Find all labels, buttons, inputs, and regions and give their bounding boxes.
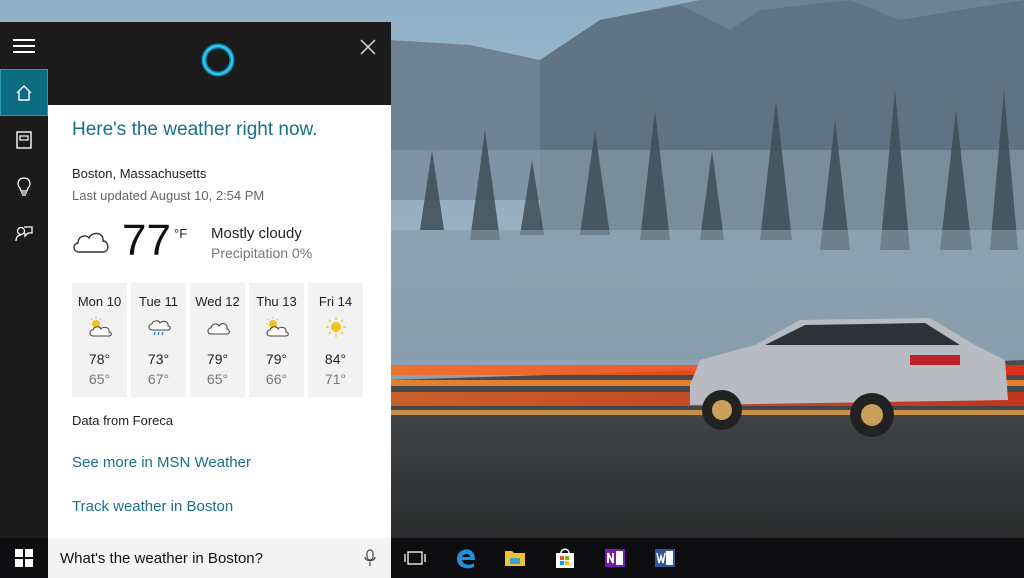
forecast-day[interactable]: Fri 14 84° 71° bbox=[308, 283, 363, 397]
windows-logo-icon bbox=[15, 549, 33, 567]
track-weather-link[interactable]: Track weather in Boston bbox=[72, 498, 233, 515]
forecast-low: 65° bbox=[88, 371, 111, 387]
forecast-day-name: Wed 12 bbox=[195, 294, 240, 309]
notebook-icon bbox=[16, 130, 32, 149]
nav-feedback-button[interactable] bbox=[0, 210, 48, 257]
forecast-low: 67° bbox=[147, 371, 170, 387]
weather-card: Here's the weather right now. Boston, Ma… bbox=[48, 105, 391, 538]
forecast-day-name: Mon 10 bbox=[77, 294, 122, 309]
current-temperature: 77 bbox=[122, 216, 171, 265]
data-source-label: Data from Foreca bbox=[72, 413, 174, 428]
microphone-icon[interactable] bbox=[364, 549, 376, 567]
partly-sunny-icon bbox=[266, 317, 289, 337]
temperature-unit: °F bbox=[174, 226, 188, 241]
taskbar bbox=[0, 538, 1024, 578]
feedback-icon bbox=[15, 225, 33, 241]
search-input[interactable] bbox=[60, 538, 350, 578]
sunny-icon bbox=[326, 317, 346, 337]
forecast-day[interactable]: Mon 10 78° 65° bbox=[72, 283, 127, 397]
hamburger-menu-button[interactable] bbox=[0, 22, 48, 69]
cortana-nav-rail bbox=[0, 22, 48, 538]
start-button[interactable] bbox=[0, 538, 48, 578]
forecast-high: 84° bbox=[324, 351, 347, 367]
store-icon[interactable] bbox=[553, 546, 577, 570]
nav-reminders-button[interactable] bbox=[0, 163, 48, 210]
forecast-high: 79° bbox=[206, 351, 229, 367]
precipitation-label: Precipitation 0% bbox=[211, 245, 313, 261]
forecast-day[interactable]: Wed 12 79° 65° bbox=[190, 283, 245, 397]
forecast-day[interactable]: Thu 13 79° 66° bbox=[249, 283, 304, 397]
cloudy-icon bbox=[73, 232, 109, 253]
partly-sunny-icon bbox=[89, 317, 112, 337]
msn-weather-link[interactable]: See more in MSN Weather bbox=[72, 454, 251, 471]
weather-headline: Here's the weather right now. bbox=[72, 119, 318, 140]
forecast-row: Mon 10 78° 65° Tue 11 73° 67° Wed 12 79° bbox=[72, 283, 363, 397]
cortana-header bbox=[48, 22, 391, 105]
lightbulb-icon bbox=[17, 176, 31, 196]
forecast-low: 66° bbox=[265, 371, 288, 387]
onenote-icon[interactable] bbox=[603, 546, 627, 570]
nav-home-button[interactable] bbox=[0, 69, 48, 116]
forecast-day-name: Fri 14 bbox=[318, 294, 353, 309]
home-icon bbox=[16, 84, 32, 101]
task-view-icon[interactable] bbox=[403, 546, 427, 570]
current-condition: Mostly cloudy bbox=[211, 225, 302, 242]
nav-notebook-button[interactable] bbox=[0, 116, 48, 163]
forecast-day-name: Tue 11 bbox=[138, 294, 179, 309]
cloudy-icon bbox=[207, 323, 230, 335]
forecast-day[interactable]: Tue 11 73° 67° bbox=[131, 283, 186, 397]
last-updated-label: Last updated August 10, 2:54 PM bbox=[72, 188, 265, 203]
hamburger-icon bbox=[13, 38, 35, 53]
file-explorer-icon[interactable] bbox=[503, 546, 527, 570]
word-icon[interactable] bbox=[653, 546, 677, 570]
cortana-search-box[interactable] bbox=[48, 538, 391, 578]
forecast-low: 71° bbox=[324, 371, 347, 387]
forecast-low: 65° bbox=[206, 371, 229, 387]
forecast-high: 73° bbox=[147, 351, 170, 367]
edge-icon[interactable] bbox=[454, 546, 478, 570]
cortana-ring-icon bbox=[201, 43, 235, 77]
forecast-day-name: Thu 13 bbox=[256, 294, 297, 309]
forecast-high: 78° bbox=[88, 351, 111, 367]
rain-icon bbox=[148, 320, 171, 336]
forecast-high: 79° bbox=[265, 351, 288, 367]
location-label: Boston, Massachusetts bbox=[72, 166, 207, 181]
close-icon[interactable] bbox=[358, 37, 378, 57]
